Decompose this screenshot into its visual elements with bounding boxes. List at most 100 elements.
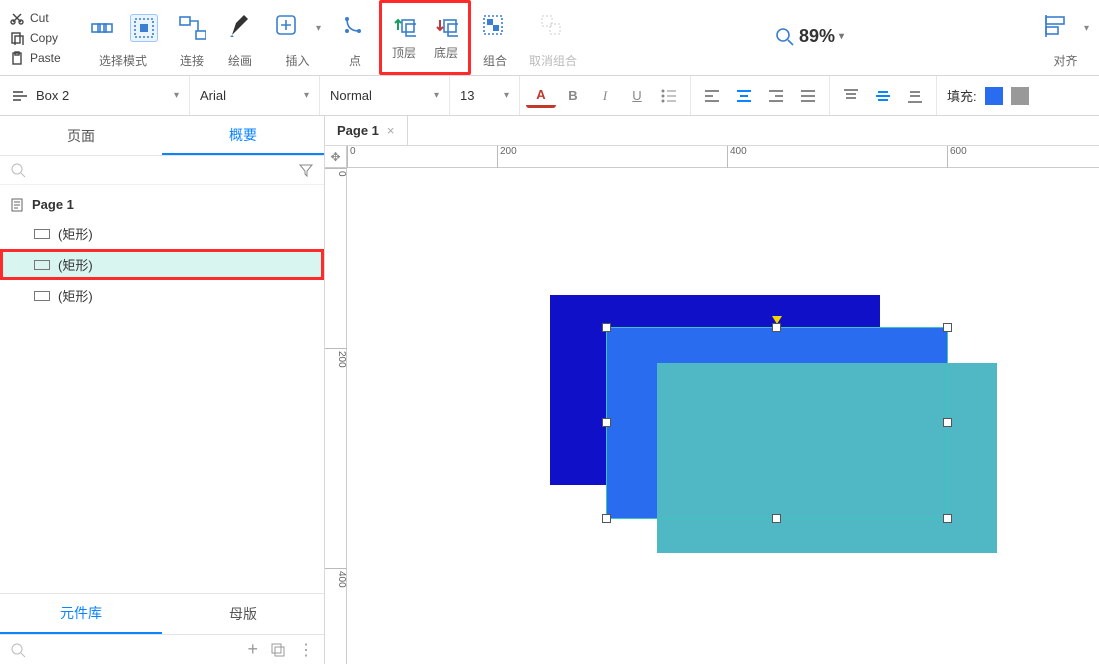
- group-label: 组合: [483, 52, 507, 69]
- chevron-down-icon: ▾: [174, 90, 179, 101]
- chevron-down-icon: ▾: [504, 90, 509, 101]
- search-icon: [10, 162, 26, 178]
- close-icon[interactable]: ×: [387, 123, 395, 138]
- chevron-down-icon: ▾: [434, 90, 439, 101]
- zoom-control[interactable]: 89% ▾: [775, 26, 844, 47]
- ruler-tick: 0: [347, 146, 356, 168]
- tree-rect-2[interactable]: (矩形): [0, 249, 324, 280]
- tab-master[interactable]: 母版: [162, 594, 324, 634]
- tree-rect-3[interactable]: (矩形): [0, 280, 324, 311]
- valign-middle-button[interactable]: [868, 82, 898, 110]
- connect-icon[interactable]: [178, 14, 206, 42]
- align-right-button[interactable]: [761, 82, 791, 110]
- tab-pages[interactable]: 页面: [0, 116, 162, 155]
- tab-library[interactable]: 元件库: [0, 594, 162, 634]
- outline-search-input[interactable]: [34, 162, 290, 178]
- rect-icon: [34, 229, 50, 239]
- text-color-button[interactable]: A: [526, 84, 556, 108]
- ruler-tick: 200: [325, 348, 347, 368]
- ruler-vertical[interactable]: 0 200 400: [325, 168, 347, 664]
- fill-label: 填充:: [947, 86, 977, 105]
- paste-button[interactable]: Paste: [6, 49, 72, 67]
- align-left-button[interactable]: [697, 82, 727, 110]
- shape-select[interactable]: Box 2 ▾: [0, 76, 190, 115]
- search-icon: [10, 642, 26, 658]
- italic-button[interactable]: I: [590, 82, 620, 110]
- align-center-button[interactable]: [729, 82, 759, 110]
- filter-icon[interactable]: [298, 162, 314, 178]
- rect-label: (矩形): [58, 286, 93, 305]
- connect-label: 连接: [180, 52, 204, 69]
- point-label: 点: [349, 52, 361, 69]
- cut-icon: [10, 11, 24, 25]
- align-label: 对齐: [1053, 52, 1077, 69]
- paste-label: Paste: [30, 51, 61, 65]
- zoom-value: 89%: [799, 26, 835, 47]
- ruler-tick: 200: [497, 146, 517, 168]
- shape-rect-3[interactable]: [657, 363, 997, 553]
- pen-icon[interactable]: [226, 14, 254, 42]
- size-select[interactable]: 13 ▾: [450, 76, 520, 115]
- shape-select-icon: [10, 86, 30, 106]
- paste-icon: [10, 51, 24, 65]
- insert-icon[interactable]: [274, 14, 302, 42]
- bottom-layer-label: 底层: [434, 44, 458, 61]
- cut-button[interactable]: Cut: [6, 9, 72, 27]
- valign-bottom-button[interactable]: [900, 82, 930, 110]
- page-tab[interactable]: Page 1 ×: [325, 116, 408, 145]
- align-caret: ▾: [1084, 23, 1089, 34]
- font-value: Arial: [200, 88, 298, 103]
- copy-label: Copy: [30, 31, 58, 45]
- weight-value: Normal: [330, 88, 428, 103]
- select-intersect-icon[interactable]: [88, 14, 116, 42]
- font-select[interactable]: Arial ▾: [190, 76, 320, 115]
- point-icon[interactable]: [341, 14, 369, 42]
- canvas-stage[interactable]: [347, 168, 1099, 664]
- ungroup-label: 取消组合: [529, 52, 577, 69]
- align-icon[interactable]: [1042, 14, 1070, 42]
- draw-label: 绘画: [228, 52, 252, 69]
- align-justify-button[interactable]: [793, 82, 823, 110]
- insert-caret: ▾: [316, 23, 321, 34]
- rect-icon: [34, 260, 50, 270]
- send-back-icon[interactable]: [432, 14, 460, 42]
- page-name: Page 1: [32, 197, 74, 212]
- group-icon[interactable]: [481, 14, 509, 42]
- rect-icon: [34, 291, 50, 301]
- ruler-horizontal[interactable]: 0 200 400 600: [347, 146, 1099, 168]
- underline-button[interactable]: U: [622, 82, 652, 110]
- search-icon: [775, 27, 795, 47]
- fill-color-swatch[interactable]: [985, 87, 1003, 105]
- duplicate-icon[interactable]: [270, 642, 286, 658]
- zoom-caret[interactable]: ▾: [839, 31, 844, 42]
- ruler-origin[interactable]: ✥: [325, 146, 347, 168]
- more-icon[interactable]: ⋮: [298, 640, 314, 660]
- page-tab-label: Page 1: [337, 123, 379, 138]
- bring-front-icon[interactable]: [390, 14, 418, 42]
- valign-top-button[interactable]: [836, 82, 866, 110]
- ruler-tick: 400: [727, 146, 747, 168]
- bullets-button[interactable]: [654, 82, 684, 110]
- select-contained-icon[interactable]: [130, 14, 158, 42]
- rect-label: (矩形): [58, 255, 93, 274]
- copy-button[interactable]: Copy: [6, 29, 72, 47]
- chevron-down-icon: ▾: [304, 90, 309, 101]
- size-value: 13: [460, 88, 498, 103]
- weight-select[interactable]: Normal ▾: [320, 76, 450, 115]
- select-mode-label: 选择模式: [99, 52, 147, 69]
- layer-group-highlight: 顶层 底层: [379, 0, 471, 75]
- ungroup-icon: [539, 14, 567, 42]
- cut-label: Cut: [30, 11, 49, 25]
- tree-rect-1[interactable]: (矩形): [0, 218, 324, 249]
- tree-page-node[interactable]: Page 1: [0, 191, 324, 218]
- fill-secondary-swatch[interactable]: [1011, 87, 1029, 105]
- ruler-tick: 0: [325, 168, 347, 177]
- copy-icon: [10, 31, 24, 45]
- tab-outline[interactable]: 概要: [162, 116, 324, 155]
- shape-select-value: Box 2: [36, 88, 168, 103]
- add-icon[interactable]: +: [247, 639, 258, 660]
- ruler-tick: 400: [325, 568, 347, 588]
- rect-label: (矩形): [58, 224, 93, 243]
- bold-button[interactable]: B: [558, 82, 588, 110]
- insert-label: 插入: [286, 52, 310, 69]
